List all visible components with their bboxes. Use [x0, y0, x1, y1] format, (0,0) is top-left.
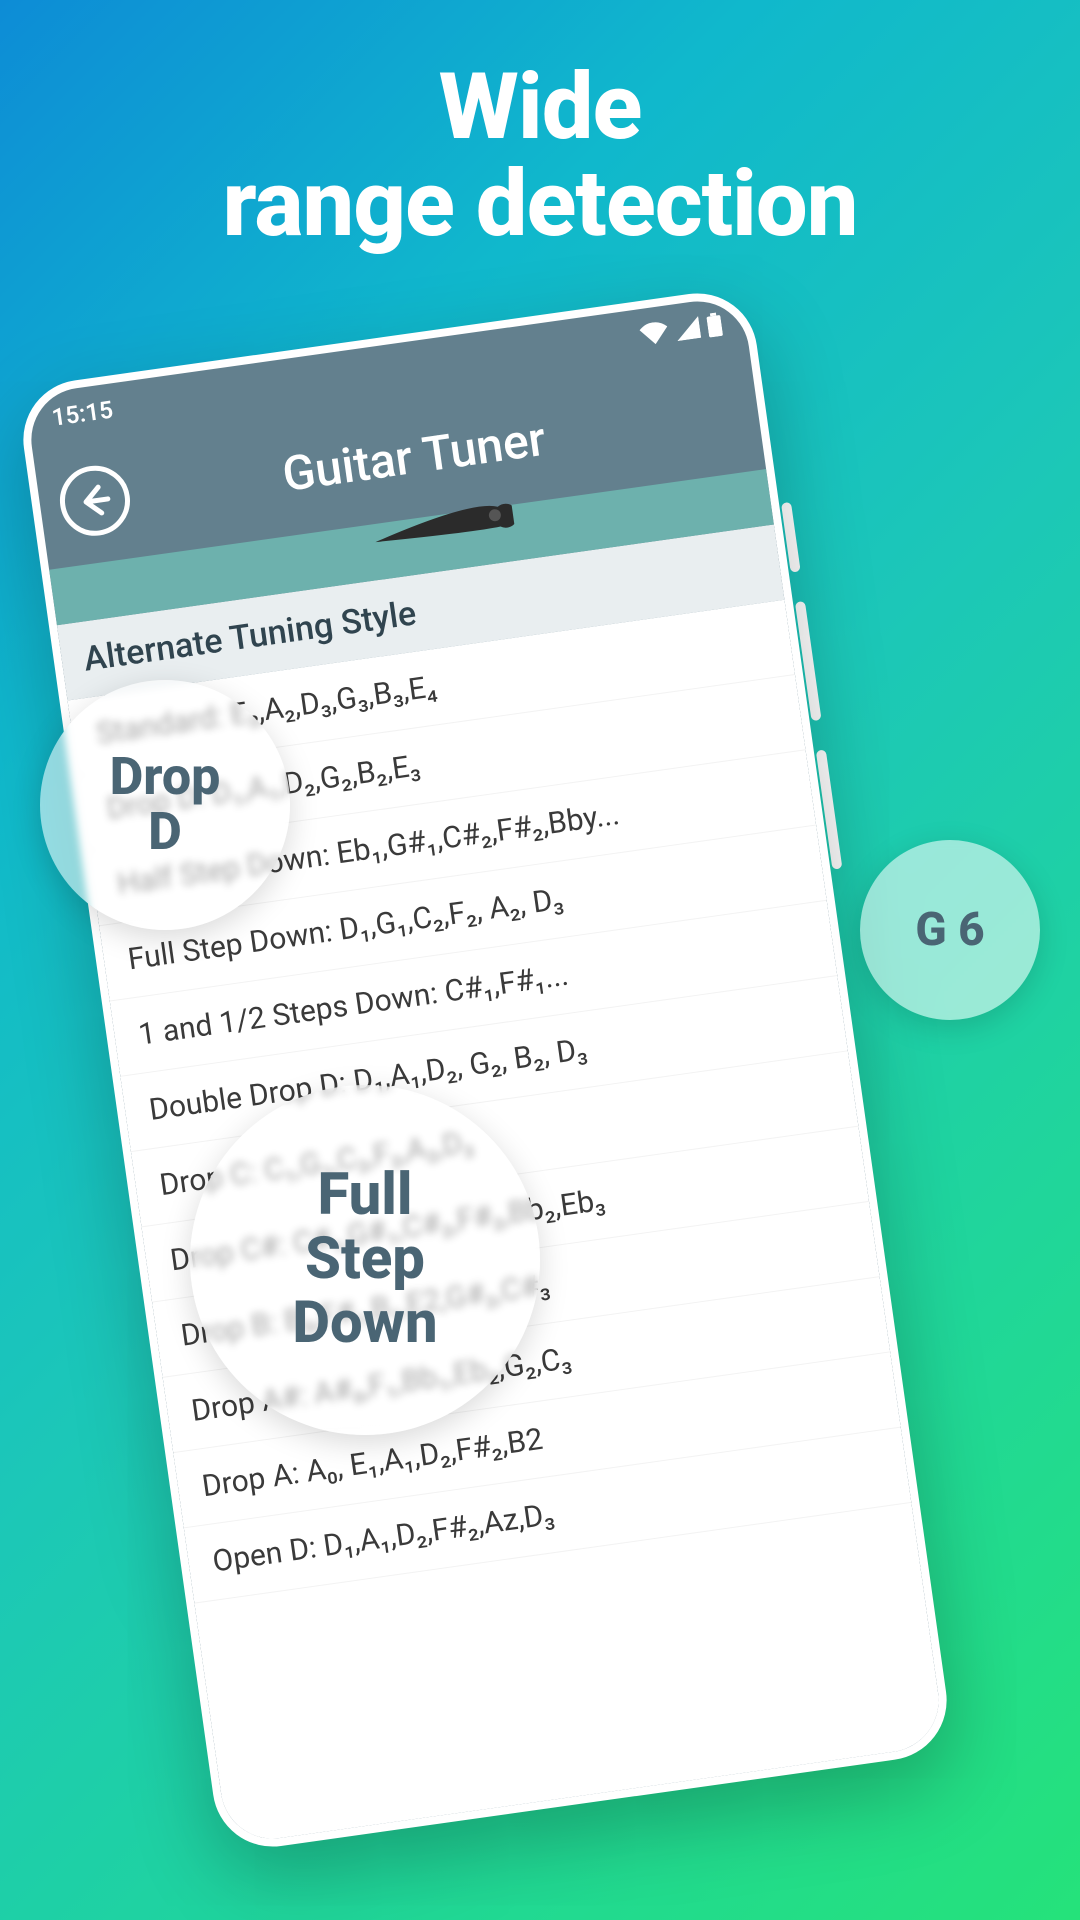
back-button[interactable]: [55, 461, 134, 540]
callout-bubble-drop-d: DropD: [40, 680, 290, 930]
cellular-icon: [674, 316, 701, 341]
callout-bubble-full-step: FullStepDown: [190, 1085, 540, 1435]
status-time: 15:15: [50, 396, 115, 432]
headline-line2: range detection: [223, 151, 858, 258]
callout-label: G 6: [915, 903, 984, 957]
callout-label: DropD: [110, 750, 221, 859]
headline-line1: Wide: [439, 54, 642, 161]
wifi-icon: [639, 320, 670, 346]
callout-label: FullStepDown: [292, 1164, 437, 1355]
battery-icon: [706, 312, 723, 338]
phone-mockup: 15:15: [16, 286, 955, 1855]
callout-bubble-g6: G 6: [860, 840, 1040, 1020]
promo-headline: Wide range detection: [0, 60, 1080, 253]
